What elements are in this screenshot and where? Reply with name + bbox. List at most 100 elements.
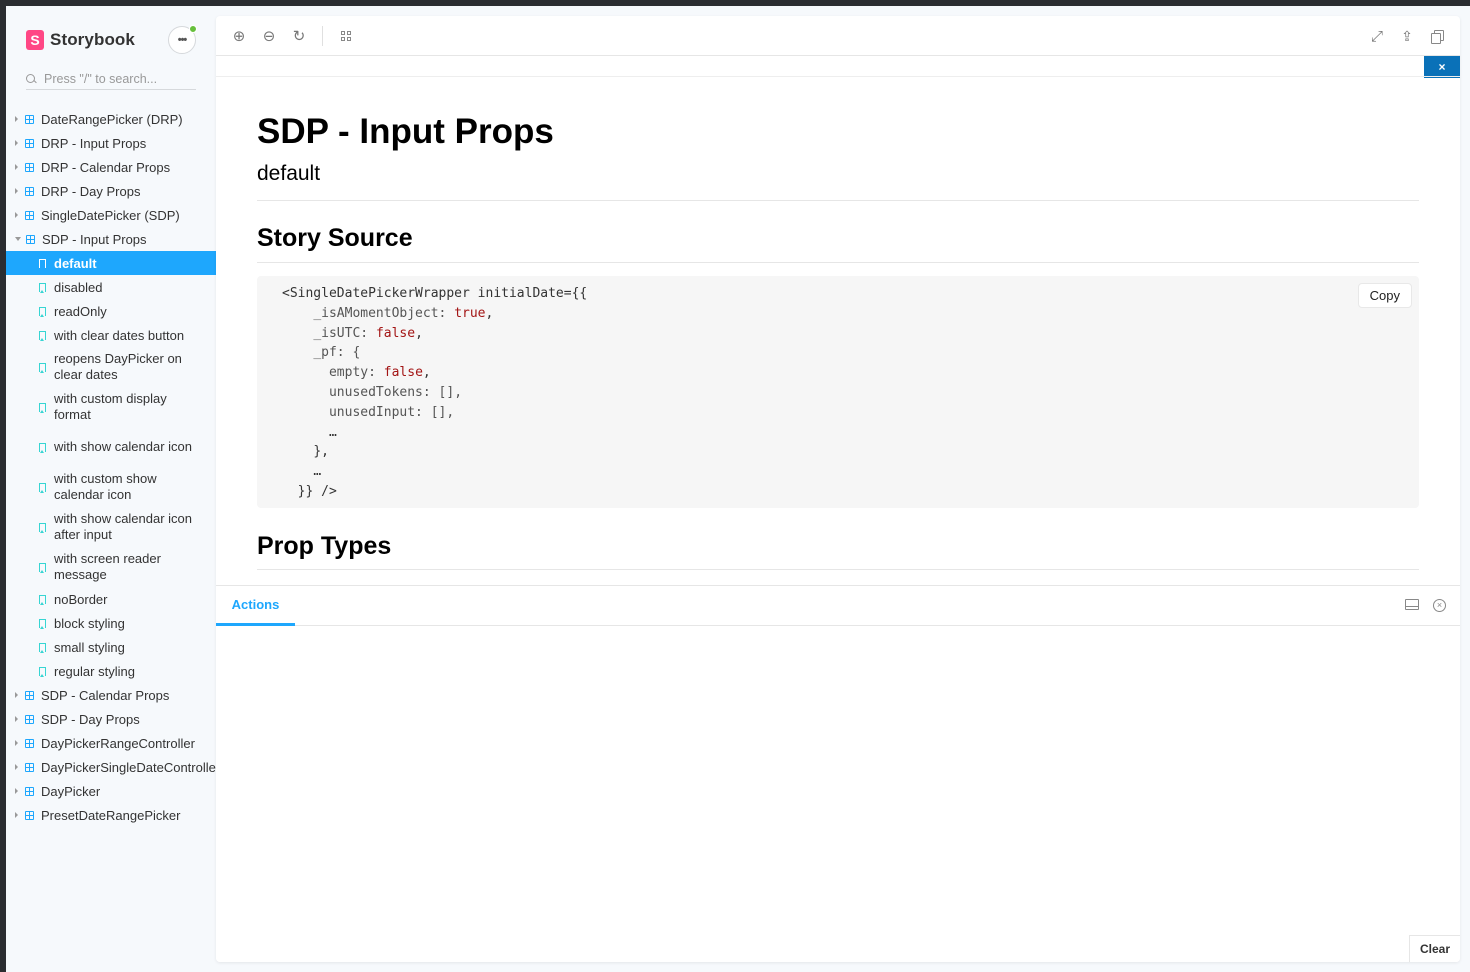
bookmark-icon bbox=[39, 362, 46, 373]
code-value: false bbox=[375, 325, 416, 341]
sidebar-item-daypicker[interactable]: DayPicker bbox=[6, 779, 216, 803]
story-item-block-styling[interactable]: block styling bbox=[6, 611, 216, 635]
bookmark-icon bbox=[39, 666, 46, 677]
sidebar-item-daypickersingledatecontroller[interactable]: DayPickerSingleDateController bbox=[6, 755, 216, 779]
sidebar-item-sdp-input-props[interactable]: SDP - Input Props bbox=[6, 227, 216, 251]
sidebar-item-sdp-calendar-props[interactable]: SDP - Calendar Props bbox=[6, 683, 216, 707]
bookmark-icon bbox=[39, 642, 46, 653]
component-icon bbox=[25, 186, 34, 196]
code-key: _isUTC: bbox=[313, 325, 376, 341]
clear-button[interactable]: Clear bbox=[1408, 935, 1460, 962]
story-item-label: noBorder bbox=[54, 591, 108, 607]
sidebar-item-label: DRP - Input Props bbox=[41, 135, 147, 151]
story-item-reopens-daypicker[interactable]: reopens DayPicker on clear dates bbox=[6, 347, 216, 387]
copy-button[interactable]: Copy bbox=[1357, 283, 1412, 308]
sidebar-item-label: SingleDatePicker (SDP) bbox=[41, 207, 180, 223]
story-item-label: with clear dates button bbox=[54, 327, 185, 343]
sidebar-item-sdp-day-props[interactable]: SDP - Day Props bbox=[6, 707, 216, 731]
bookmark-icon bbox=[39, 282, 46, 293]
brand[interactable]: S Storybook bbox=[26, 30, 135, 50]
search-box bbox=[26, 68, 196, 90]
divider bbox=[257, 262, 1419, 263]
story-item-label: with screen reader message bbox=[54, 551, 161, 582]
sidebar-item-singledatepicker[interactable]: SingleDatePicker (SDP) bbox=[6, 203, 216, 227]
story-item-custom-display-format[interactable]: with custom display format bbox=[6, 387, 216, 427]
caret-right-icon bbox=[15, 788, 18, 794]
caret-right-icon bbox=[15, 812, 18, 818]
code-line: _pf: { bbox=[313, 345, 361, 361]
story-item-calendar-icon-after-input[interactable]: with show calendar icon after input bbox=[6, 507, 216, 547]
sidebar-item-label: DayPickerSingleDateController bbox=[41, 759, 216, 775]
addons-panel: Actions × Clear bbox=[216, 585, 1460, 962]
story-item-clear-dates-button[interactable]: with clear dates button bbox=[6, 323, 216, 347]
sidebar-item-drp-day-props[interactable]: DRP - Day Props bbox=[6, 179, 216, 203]
dock-panel-icon[interactable] bbox=[1405, 599, 1419, 610]
component-icon bbox=[25, 690, 34, 700]
bookmark-icon bbox=[39, 402, 46, 413]
close-button[interactable]: × bbox=[1424, 56, 1460, 78]
grid-icon[interactable] bbox=[331, 21, 361, 51]
sidebar-item-drp-input-props[interactable]: DRP - Input Props bbox=[6, 131, 216, 155]
code-block: <SingleDatePickerWrapper initialDate={{ … bbox=[257, 276, 1419, 508]
story-item-show-calendar-icon[interactable]: with show calendar icon bbox=[6, 427, 216, 467]
storybook-logo-icon: S bbox=[26, 30, 44, 50]
code-line: unusedInput: [], bbox=[328, 404, 455, 420]
divider bbox=[257, 569, 1419, 570]
zoom-in-icon[interactable] bbox=[224, 21, 254, 51]
component-icon bbox=[25, 738, 34, 748]
sidebar-item-label: DateRangePicker (DRP) bbox=[41, 111, 183, 127]
caret-down-icon bbox=[15, 237, 21, 241]
sidebar-item-label: SDP - Day Props bbox=[41, 711, 140, 727]
code-line: … bbox=[328, 424, 337, 440]
sidebar: S Storybook ••• DateRangePicker (DRP) DR… bbox=[6, 6, 216, 972]
copy-link-icon[interactable] bbox=[1422, 21, 1452, 51]
brand-name: Storybook bbox=[50, 30, 135, 49]
story-item-small-styling[interactable]: small styling bbox=[6, 635, 216, 659]
share-icon[interactable] bbox=[1392, 21, 1422, 51]
sidebar-item-presetdaterangepicker[interactable]: PresetDateRangePicker bbox=[6, 803, 216, 827]
code-line: }} /> bbox=[297, 483, 337, 499]
sidebar-item-label: DRP - Calendar Props bbox=[41, 159, 171, 175]
sidebar-item-drp-calendar-props[interactable]: DRP - Calendar Props bbox=[6, 155, 216, 179]
caret-right-icon bbox=[15, 116, 18, 122]
zoom-out-icon[interactable] bbox=[254, 21, 284, 51]
story-source-heading: Story Source bbox=[257, 224, 413, 252]
story-item-label: block styling bbox=[54, 615, 125, 631]
settings-menu-button[interactable]: ••• bbox=[168, 25, 197, 54]
code-value: false bbox=[383, 365, 423, 381]
component-icon bbox=[25, 714, 34, 724]
code-line: }, bbox=[313, 444, 329, 460]
sidebar-item-label: DayPicker bbox=[41, 783, 101, 799]
tab-actions[interactable]: Actions bbox=[216, 586, 295, 626]
preview-toolbar bbox=[216, 16, 1460, 56]
story-item-screen-reader-message[interactable]: with screen reader message bbox=[6, 547, 216, 587]
sidebar-item-label: DRP - Day Props bbox=[41, 183, 141, 199]
code-line: unusedTokens: [], bbox=[328, 384, 463, 400]
bookmark-icon bbox=[39, 442, 46, 453]
bookmark-icon bbox=[39, 522, 46, 533]
story-item-default[interactable]: default bbox=[6, 251, 216, 275]
app-window: S Storybook ••• DateRangePicker (DRP) DR… bbox=[6, 6, 1470, 972]
story-item-regular-styling[interactable]: regular styling bbox=[6, 659, 216, 683]
sidebar-item-label: DayPickerRangeController bbox=[41, 735, 195, 751]
sidebar-item-daypickerrangecontroller[interactable]: DayPickerRangeController bbox=[6, 731, 216, 755]
divider bbox=[216, 76, 1460, 77]
fullscreen-icon[interactable] bbox=[1362, 21, 1392, 51]
toolbar-left bbox=[224, 21, 361, 51]
story-item-label: with show calendar icon bbox=[54, 439, 193, 454]
sidebar-item-daterangepicker[interactable]: DateRangePicker (DRP) bbox=[6, 107, 216, 131]
divider bbox=[257, 200, 1419, 201]
preview-panel: × SDP - Input Props default Story Source… bbox=[216, 16, 1460, 962]
story-item-custom-show-calendar-icon[interactable]: with custom show calendar icon bbox=[6, 467, 216, 507]
copy-link-glyph bbox=[1431, 30, 1444, 44]
zoom-reset-icon[interactable] bbox=[284, 21, 314, 51]
story-item-disabled[interactable]: disabled bbox=[6, 275, 216, 299]
bookmark-icon bbox=[39, 594, 46, 605]
code-key: _isAMomentObject: bbox=[313, 305, 455, 321]
component-icon bbox=[25, 210, 34, 220]
close-panel-icon[interactable]: × bbox=[1433, 599, 1446, 612]
story-item-readonly[interactable]: readOnly bbox=[6, 299, 216, 323]
story-item-noborder[interactable]: noBorder bbox=[6, 587, 216, 611]
search-input[interactable] bbox=[44, 71, 184, 86]
code-key: empty: bbox=[328, 365, 384, 381]
